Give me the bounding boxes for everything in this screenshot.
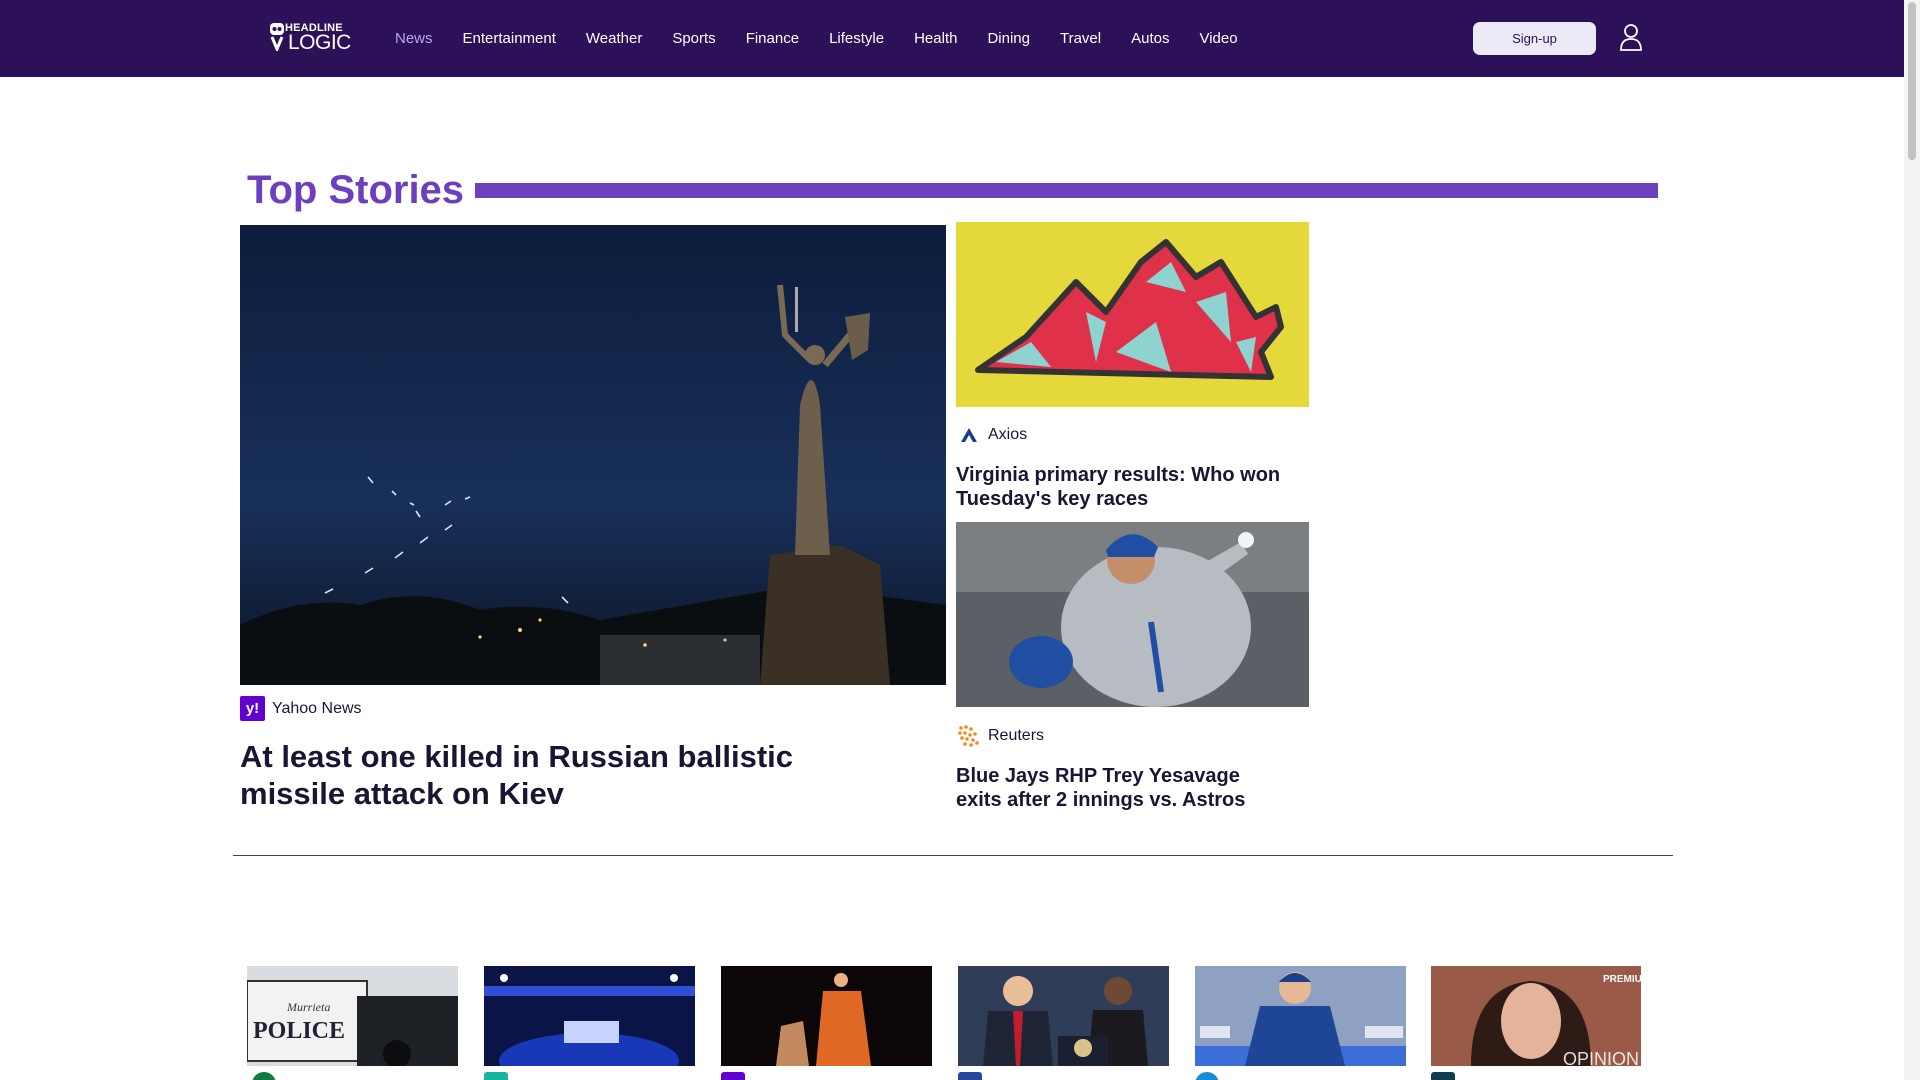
thumb-story-2-source-icon	[484, 1072, 508, 1080]
user-profile-icon[interactable]	[1619, 23, 1643, 51]
virginia-map-illustration	[956, 222, 1309, 407]
nav-weather[interactable]: Weather	[586, 30, 642, 47]
kiev-night-photo	[240, 225, 946, 685]
thumb-story-6-source-icon	[1431, 1072, 1455, 1080]
nav-lifestyle[interactable]: Lifestyle	[829, 30, 884, 47]
scrollbar-thumb[interactable]	[1908, 2, 1916, 160]
thumb-story-3-source-icon	[721, 1072, 745, 1080]
nav-dining[interactable]: Dining	[987, 30, 1030, 47]
nav-entertainment[interactable]: Entertainment	[463, 30, 556, 47]
nav-video[interactable]: Video	[1199, 30, 1237, 47]
opinion-host-photo: PREMIUM OPINION	[1431, 966, 1641, 1066]
section-title-underline	[475, 183, 1658, 198]
logo-text-bottom: LOGIC	[288, 31, 351, 54]
nav-health[interactable]: Health	[914, 30, 957, 47]
main-story-source[interactable]: y! Yahoo News	[240, 696, 362, 721]
thumb-story-3-image[interactable]	[721, 966, 932, 1066]
side-story-1-image[interactable]	[956, 222, 1309, 407]
thumb-story-5-image[interactable]	[1195, 966, 1406, 1066]
reuters-logo-icon	[956, 723, 981, 748]
thumb-story-1-source-icon	[252, 1072, 276, 1080]
section-divider	[233, 855, 1673, 856]
thumb-story-1-image[interactable]: POLICE Murrieta	[247, 966, 458, 1066]
top-navigation-bar: HEADLINE LOGIC News Entertainment Weathe…	[0, 0, 1904, 77]
side-story-2-image[interactable]	[956, 522, 1309, 707]
side-story-2-source-label: Reuters	[988, 726, 1045, 744]
main-story-source-label: Yahoo News	[272, 699, 362, 717]
side-story-1-headline[interactable]: Virginia primary results: Who won Tuesda…	[956, 463, 1286, 511]
opinion-label: OPINION	[1563, 1049, 1639, 1066]
thumb-story-4-image[interactable]	[958, 966, 1169, 1066]
section-title-top-stories: Top Stories	[247, 168, 465, 212]
nav-finance[interactable]: Finance	[746, 30, 799, 47]
thumb-story-6-image[interactable]: PREMIUM OPINION	[1431, 966, 1641, 1066]
police-sub-text: Murrieta	[286, 1000, 330, 1014]
nav-autos[interactable]: Autos	[1131, 30, 1169, 47]
signup-button[interactable]: Sign-up	[1473, 22, 1596, 55]
robot-logo-icon	[270, 23, 284, 51]
axios-logo-icon	[956, 422, 981, 447]
nav-news[interactable]: News	[395, 30, 433, 47]
arena-event-photo	[484, 966, 695, 1066]
headline-logic-logo[interactable]: HEADLINE LOGIC	[268, 20, 354, 54]
baseball-pitcher-photo	[956, 522, 1309, 707]
police-car-photo: POLICE Murrieta	[247, 966, 458, 1066]
thumb-story-4-source-icon	[958, 1072, 982, 1080]
police-text: POLICE	[253, 1018, 345, 1044]
yahoo-logo-icon: y!	[240, 696, 265, 721]
thumb-story-2-image[interactable]	[484, 966, 695, 1066]
main-nav: News Entertainment Weather Sports Financ…	[395, 0, 1268, 77]
nav-travel[interactable]: Travel	[1060, 30, 1101, 47]
nav-sports[interactable]: Sports	[672, 30, 715, 47]
side-story-2-source[interactable]: Reuters	[956, 723, 1044, 748]
thumb-story-5-source-icon	[1195, 1072, 1219, 1080]
side-story-2-headline[interactable]: Blue Jays RHP Trey Yesavage exits after …	[956, 764, 1286, 812]
side-story-1-source[interactable]: Axios	[956, 422, 1027, 447]
dugout-coach-photo	[1195, 966, 1406, 1066]
scrollbar-track[interactable]	[1904, 0, 1920, 1080]
main-story-headline[interactable]: At least one killed in Russian ballistic…	[240, 738, 880, 812]
side-story-1-source-label: Axios	[988, 425, 1028, 443]
main-story-image[interactable]	[240, 225, 946, 685]
press-conference-photo	[958, 966, 1169, 1066]
premium-label: PREMIUM	[1603, 974, 1641, 985]
performer-stage-photo	[721, 966, 932, 1066]
